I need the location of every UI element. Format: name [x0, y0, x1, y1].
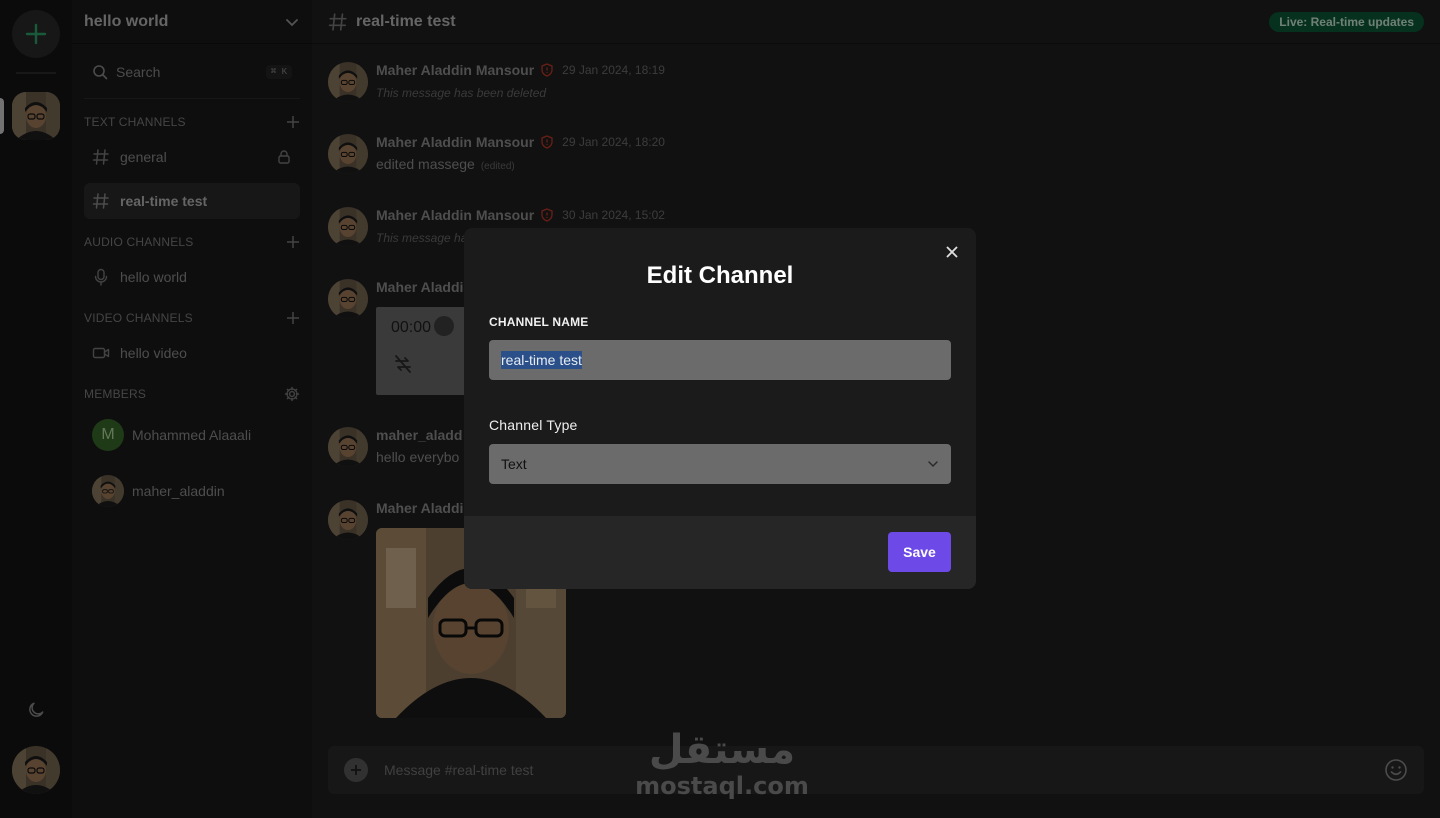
close-button[interactable]	[942, 242, 962, 262]
modal-title: Edit Channel	[646, 262, 794, 289]
close-icon	[946, 246, 958, 258]
save-button[interactable]: Save	[888, 532, 951, 572]
channel-name-input[interactable]: real-time test	[489, 340, 951, 380]
channel-type-label: Channel Type	[489, 417, 578, 433]
channel-name-label: CHANNEL NAME	[489, 315, 589, 329]
modal-footer: Save	[464, 516, 976, 589]
watermark-latin: mostaql.com	[635, 772, 809, 800]
watermark-arabic: مستقل	[648, 727, 796, 773]
channel-name-value: real-time test	[501, 351, 582, 369]
watermark: مستقل mostaql.com	[632, 728, 812, 802]
channel-type-value: Text	[501, 456, 527, 472]
chevron-down-icon	[928, 461, 938, 468]
channel-type-select[interactable]: Text	[489, 444, 951, 484]
edit-channel-modal: Edit Channel CHANNEL NAME real-time test…	[464, 228, 976, 589]
